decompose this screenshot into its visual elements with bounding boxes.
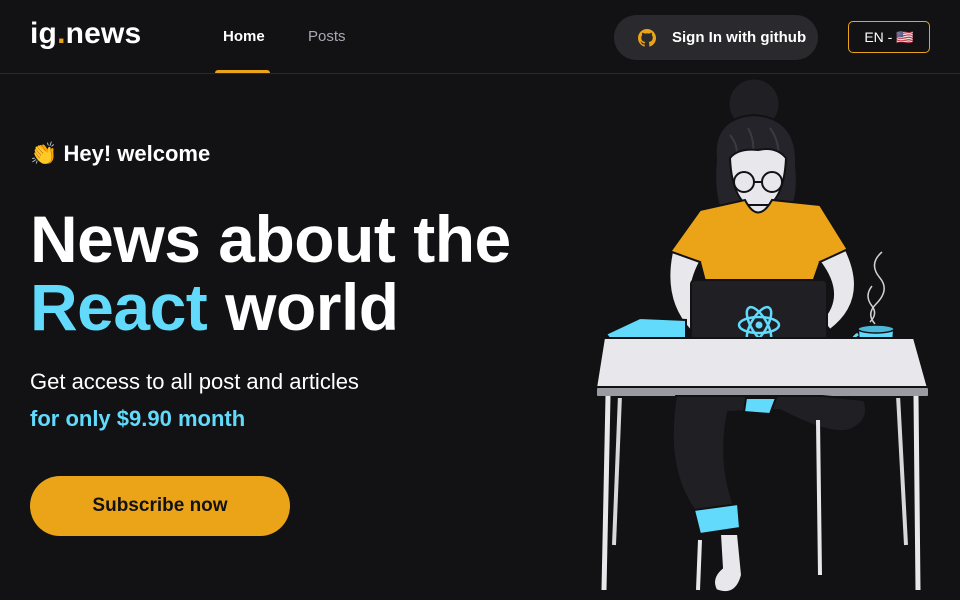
logo-suffix: news — [65, 17, 142, 50]
logo[interactable]: ig.news — [30, 17, 141, 51]
nav-posts-link[interactable]: Posts — [308, 28, 346, 45]
woman-laptop-illustration — [594, 76, 930, 594]
headline-accent: React — [30, 270, 208, 344]
headline-rest: world — [207, 270, 399, 344]
logo-dot: . — [57, 17, 66, 50]
subscribe-button[interactable]: Subscribe now — [30, 476, 290, 536]
logo-text: ig — [30, 17, 58, 50]
price-text: for only $9.90 month — [30, 406, 246, 431]
nav-home-link[interactable]: Home — [223, 28, 265, 45]
subtitle: Get access to all post and articles — [30, 369, 359, 394]
active-nav-indicator — [215, 70, 270, 73]
page-title: News about the React world — [30, 205, 511, 341]
headline-line1: News about the — [30, 202, 511, 276]
language-selector[interactable]: EN - 🇺🇸 — [848, 21, 930, 53]
sign-in-label: Sign In with github — [672, 29, 807, 46]
sign-in-github-button[interactable]: Sign In with github — [614, 15, 818, 60]
top-header: ig.news Home Posts Sign In with github E… — [0, 0, 960, 74]
welcome-text: 👏 Hey! welcome — [30, 141, 211, 166]
github-icon — [638, 28, 656, 47]
